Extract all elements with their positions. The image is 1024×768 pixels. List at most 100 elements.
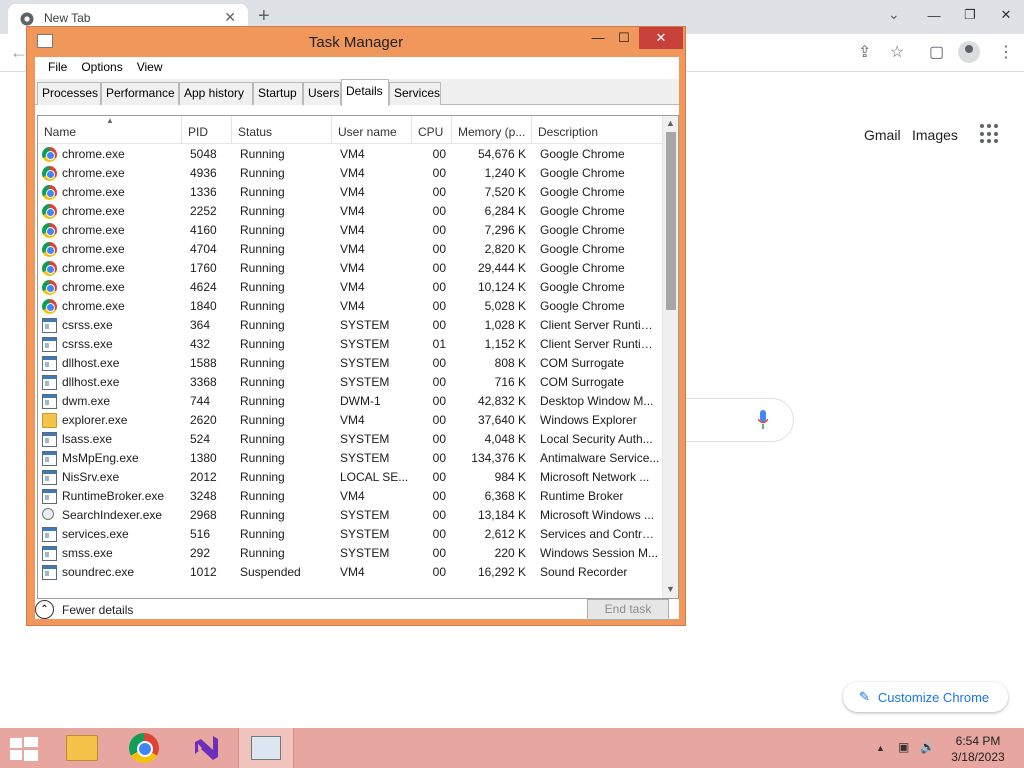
chevron-up-icon: ⌃ [35,600,54,619]
tab-users[interactable]: Users [303,82,341,105]
menu-options[interactable]: Options [74,57,129,79]
table-row[interactable]: chrome.exe 5048 Running VM4 00 54,676 K Google… [38,145,662,164]
tab-processes[interactable]: Processes [37,82,101,105]
taskbar-visual-studio[interactable] [178,728,234,768]
scrollbar-thumb[interactable] [666,132,676,310]
table-row[interactable]: dwm.exe 744 Running DWM-1 00 42,832 K Desktop … [38,392,662,411]
images-link[interactable]: Images [912,127,958,143]
table-row[interactable]: smss.exe 292 Running SYSTEM 00 220 K Windows S… [38,544,662,563]
browser-minimize-button[interactable]: — [916,0,952,30]
table-row[interactable]: NisSrv.exe 2012 Running LOCAL SE... 00 984 K M… [38,468,662,487]
tab-services[interactable]: Services [389,82,441,105]
tab-close-icon[interactable]: ✕ [224,9,236,26]
tm-maximize-button[interactable]: ☐ [611,27,637,49]
table-row[interactable]: chrome.exe 1760 Running VM4 00 29,444 K Google… [38,259,662,278]
cell-cpu: 00 [432,185,446,199]
google-apps-grid-icon[interactable] [980,124,1000,144]
gmail-link[interactable]: Gmail [864,127,901,143]
tab-search-chevron-icon[interactable]: ⌄ [888,6,900,23]
table-row[interactable]: services.exe 516 Running SYSTEM 00 2,612 K Ser… [38,525,662,544]
table-row[interactable]: chrome.exe 1840 Running VM4 00 5,028 K Google … [38,297,662,316]
taskbar-task-manager[interactable] [238,728,294,768]
col-header-memory[interactable]: Memory (p... [452,116,532,144]
details-vertical-scrollbar[interactable]: ▲ ▼ [662,116,678,598]
table-row[interactable]: lsass.exe 524 Running SYSTEM 00 4,048 K Local … [38,430,662,449]
cell-status: Running [240,166,285,180]
cell-pid: 516 [190,527,211,541]
cell-desc: Windows Session M... [540,546,659,560]
browser-close-button[interactable]: ✕ [988,0,1024,30]
table-row[interactable]: chrome.exe 1336 Running VM4 00 7,520 K Google … [38,183,662,202]
col-header-pid[interactable]: PID [182,116,232,144]
cell-name: chrome.exe [62,204,125,218]
tm-minimize-button[interactable]: — [585,27,611,49]
scroll-down-arrow-icon[interactable]: ▼ [666,584,675,594]
tab-startup[interactable]: Startup [253,82,303,105]
chrome-menu-icon[interactable]: ⋮ [998,42,1014,62]
cell-desc: Google Chrome [540,280,625,294]
table-row[interactable]: RuntimeBroker.exe 3248 Running VM4 00 6,368 K… [38,487,662,506]
cell-name: dllhost.exe [62,375,120,389]
share-icon[interactable]: ⇪ [858,42,871,62]
task-manager-icon [251,736,281,760]
cell-user: VM4 [340,565,365,579]
bookmark-star-icon[interactable]: ☆ [890,42,904,62]
tab-app-history[interactable]: App history [179,82,253,105]
tray-show-hidden-icon[interactable]: ▲ [876,743,885,753]
tm-close-button[interactable]: ✕ [639,27,683,49]
tab-performance[interactable]: Performance [101,82,179,105]
table-row[interactable]: MsMpEng.exe 1380 Running SYSTEM 00 134,376 K A… [38,449,662,468]
network-icon[interactable]: ▣ [898,740,909,754]
cell-user: SYSTEM [340,451,390,465]
fewer-details-button[interactable]: ⌃ Fewer details [35,600,133,619]
task-manager-titlebar[interactable]: Task Manager — ☐ ✕ [27,27,685,57]
cell-name: RuntimeBroker.exe [62,489,165,503]
cell-cpu: 00 [432,470,446,484]
col-header-description[interactable]: Description [532,116,662,144]
menu-view[interactable]: View [130,57,170,79]
taskbar-chrome[interactable] [116,728,172,768]
volume-icon[interactable]: 🔊 [920,740,935,754]
windows-start-icon[interactable] [8,736,40,762]
table-row[interactable]: csrss.exe 432 Running SYSTEM 01 1,152 K Client… [38,335,662,354]
col-header-status[interactable]: Status [232,116,332,144]
col-header-user-name[interactable]: User name [332,116,412,144]
table-row[interactable]: csrss.exe 364 Running SYSTEM 00 1,028 K Client… [38,316,662,335]
taskbar-file-explorer[interactable] [54,728,110,768]
cell-name: lsass.exe [62,432,113,446]
tab-details[interactable]: Details [341,79,389,106]
taskbar-clock[interactable]: 6:54 PM 3/18/2023 [948,733,1008,765]
cell-mem: 134,376 K [471,451,526,465]
cell-user: VM4 [340,280,365,294]
table-row[interactable]: chrome.exe 4160 Running VM4 00 7,296 K Google … [38,221,662,240]
table-row[interactable]: soundrec.exe 1012 Suspended VM4 00 16,292 K So… [38,563,662,582]
cell-name: chrome.exe [62,185,125,199]
table-row[interactable]: chrome.exe 4936 Running VM4 00 1,240 K Google … [38,164,662,183]
voice-search-mic-icon[interactable] [758,410,768,430]
cell-user: VM4 [340,413,365,427]
cell-pid: 1336 [190,185,217,199]
col-header-cpu[interactable]: CPU [412,116,452,144]
table-row[interactable]: SearchIndexer.exe 2968 Running SYSTEM 00 13,1… [38,506,662,525]
new-tab-button[interactable]: + [258,5,270,28]
browser-restore-button[interactable]: ❐ [952,0,988,30]
table-row[interactable]: explorer.exe 2620 Running VM4 00 37,640 K Wind… [38,411,662,430]
cell-mem: 4,048 K [484,432,526,446]
task-manager-window: Task Manager — ☐ ✕ File Options View Pro… [26,26,686,626]
table-row[interactable]: chrome.exe 4624 Running VM4 00 10,124 K Google… [38,278,662,297]
cell-user: VM4 [340,489,365,503]
customize-chrome-button[interactable]: ✎ Customize Chrome [843,682,1008,712]
profile-avatar-icon[interactable] [958,41,980,63]
table-row[interactable]: dllhost.exe 1588 Running SYSTEM 00 808 K COM S… [38,354,662,373]
cell-desc: Microsoft Windows ... [540,508,655,522]
side-panel-icon[interactable]: ▢ [929,42,944,62]
cell-desc: Google Chrome [540,261,625,275]
col-header-name[interactable]: Name [38,116,182,144]
menu-file[interactable]: File [41,57,74,79]
cell-pid: 2968 [190,508,217,522]
table-row[interactable]: chrome.exe 2252 Running VM4 00 6,284 K Google … [38,202,662,221]
google-search-box[interactable] [680,398,794,442]
table-row[interactable]: dllhost.exe 3368 Running SYSTEM 00 716 K COM S… [38,373,662,392]
scroll-up-arrow-icon[interactable]: ▲ [666,118,675,128]
table-row[interactable]: chrome.exe 4704 Running VM4 00 2,820 K Google … [38,240,662,259]
